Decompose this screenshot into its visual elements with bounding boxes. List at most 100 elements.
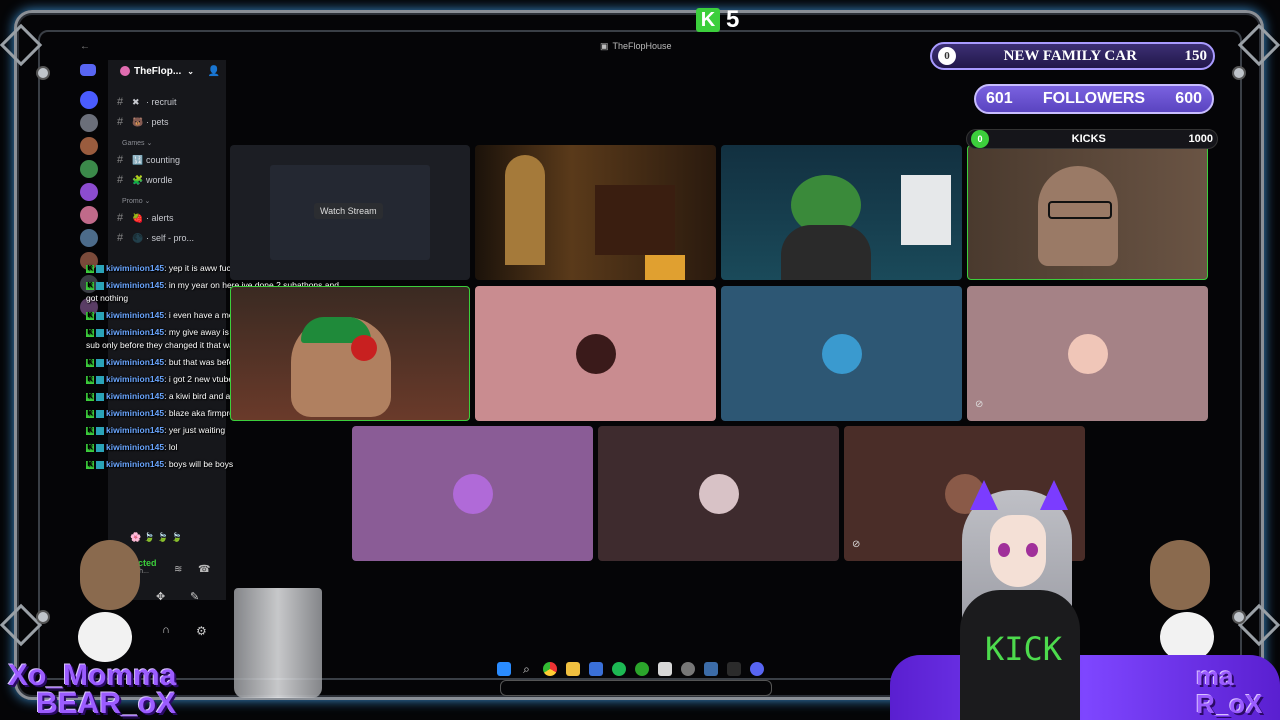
channel-item-self-promo[interactable]: # 🌑 · self - pro...: [108, 228, 226, 248]
video-mirror: [505, 155, 545, 265]
headset-icon[interactable]: ∩: [162, 624, 170, 636]
channel-item-counting[interactable]: # 🔢 counting: [108, 150, 226, 170]
channel-logo-right: ma R_oX: [1196, 662, 1262, 718]
chat-username[interactable]: kiwiminion145: [106, 408, 164, 418]
goal-car-target: 150: [1184, 47, 1207, 64]
vtube-studio-icon[interactable]: [703, 662, 718, 676]
verified-icon: [96, 328, 104, 337]
chrome-icon[interactable]: [542, 662, 557, 676]
kick-badge-icon: K: [86, 409, 94, 418]
voice-tile[interactable]: [598, 426, 839, 561]
video-tile-speaking[interactable]: [230, 286, 470, 421]
channel-item-pets[interactable]: # 🐻 · pets: [108, 112, 226, 132]
chat-username[interactable]: kiwiminion145: [106, 442, 164, 452]
server-badge-icon: [120, 66, 130, 76]
goal-bar-followers: 601 FOLLOWERS 600: [974, 84, 1214, 114]
mail-icon[interactable]: [657, 662, 672, 676]
verified-icon: [96, 311, 104, 320]
server-icon[interactable]: [80, 160, 98, 178]
kick-badge-icon: K: [86, 358, 94, 367]
avatar: [452, 473, 493, 514]
watch-stream-button[interactable]: Watch Stream: [314, 203, 383, 219]
discord-small-icon: ▣: [600, 41, 609, 51]
avatar: [1067, 333, 1108, 374]
panda-image: [78, 612, 132, 662]
kick-counter: K 5: [696, 6, 752, 34]
video-lamp: [645, 255, 685, 280]
video-shelf: [595, 185, 675, 255]
back-arrow-icon[interactable]: ←: [80, 41, 90, 52]
server-icon[interactable]: [80, 206, 98, 224]
category-games[interactable]: Games ⌄: [108, 136, 226, 150]
channel-item-recruit[interactable]: # ✖ · recruit: [108, 92, 226, 112]
verified-icon: [96, 426, 104, 435]
followers-label: FOLLOWERS: [1042, 90, 1146, 107]
chat-username[interactable]: kiwiminion145: [106, 459, 164, 469]
video-wall: [901, 175, 951, 245]
kick-badge-icon: K: [86, 311, 94, 320]
window-title: ▣ TheFlopHouse: [600, 41, 672, 51]
voice-tile[interactable]: [475, 286, 716, 421]
frame-bolt: [36, 610, 50, 624]
video-tile[interactable]: [475, 145, 716, 280]
chat-text: : yer just waiting: [164, 425, 226, 435]
category-promo[interactable]: Promo ⌄: [108, 194, 226, 208]
add-member-icon[interactable]: 👤: [208, 66, 220, 77]
logo-line-2: BEAR_oX: [36, 687, 177, 720]
kicks-current: 0: [971, 130, 989, 148]
kicks-label: KICKS: [1071, 133, 1106, 145]
server-icon[interactable]: [80, 114, 98, 132]
windows-start-icon[interactable]: [496, 662, 511, 676]
activities-icon[interactable]: ✥: [156, 590, 165, 603]
chat-username[interactable]: kiwiminion145: [106, 374, 164, 384]
voice-tile[interactable]: [352, 426, 593, 561]
server-name: TheFlop...: [134, 65, 182, 77]
glass-overlay: [234, 588, 322, 698]
kick-badge-icon: K: [86, 460, 94, 469]
soundboard-icon[interactable]: ✎: [190, 590, 199, 603]
logo-line-1: Xo_Momma: [8, 659, 177, 692]
verified-icon: [96, 358, 104, 367]
disconnect-icon[interactable]: ☎: [198, 564, 210, 575]
channel-item-alerts[interactable]: # 🍓 · alerts: [108, 208, 226, 228]
server-icon[interactable]: [80, 137, 98, 155]
server-icon[interactable]: [80, 91, 98, 109]
chat-username[interactable]: kiwiminion145: [106, 391, 164, 401]
video-tile[interactable]: [721, 145, 962, 280]
chat-text: : lol: [164, 442, 178, 452]
chat-username[interactable]: kiwiminion145: [106, 327, 164, 337]
stream-tile-watch[interactable]: Watch Stream: [230, 145, 470, 280]
obs-icon[interactable]: [680, 662, 695, 676]
goal-bar-car: 0 NEW FAMILY CAR 150: [930, 42, 1215, 70]
video-tile-speaking[interactable]: [967, 145, 1208, 280]
epic-games-icon[interactable]: [726, 662, 741, 676]
voice-tile[interactable]: [721, 286, 962, 421]
vtuber-eye: [998, 543, 1010, 557]
voice-tile[interactable]: ⊘: [967, 286, 1208, 421]
server-icon[interactable]: [80, 183, 98, 201]
settings-gear-icon[interactable]: ⚙: [196, 624, 207, 638]
xbox-icon[interactable]: [634, 662, 649, 676]
vtuber-eye: [1026, 543, 1038, 557]
chat-username[interactable]: kiwiminion145: [106, 263, 164, 273]
chevron-down-icon: ⌄: [187, 66, 194, 76]
user-status-row: 🌸 🍃 🍃 🍃: [130, 532, 183, 542]
chat-username[interactable]: kiwiminion145: [106, 310, 164, 320]
mic-muted-icon: ⊘: [975, 399, 984, 410]
search-icon[interactable]: ⌕: [520, 662, 534, 676]
server-header[interactable]: TheFlop... ⌄ 👤: [108, 60, 226, 82]
chat-username[interactable]: kiwiminion145: [106, 357, 164, 367]
store-icon[interactable]: [588, 662, 603, 676]
chat-username[interactable]: kiwiminion145: [106, 425, 164, 435]
chat-username[interactable]: kiwiminion145: [106, 280, 164, 290]
channel-item-wordle[interactable]: # 🧩 wordle: [108, 170, 226, 190]
file-explorer-icon[interactable]: [565, 662, 580, 676]
vtuber-shirt-text: KICK: [985, 630, 1063, 668]
avatar: [698, 473, 739, 514]
spotify-icon[interactable]: [611, 662, 626, 676]
discord-taskbar-icon[interactable]: [749, 662, 764, 676]
video-glasses: [1048, 201, 1112, 219]
server-icon[interactable]: [80, 229, 98, 247]
frame-bolt: [1232, 66, 1246, 80]
verified-icon: [96, 409, 104, 418]
